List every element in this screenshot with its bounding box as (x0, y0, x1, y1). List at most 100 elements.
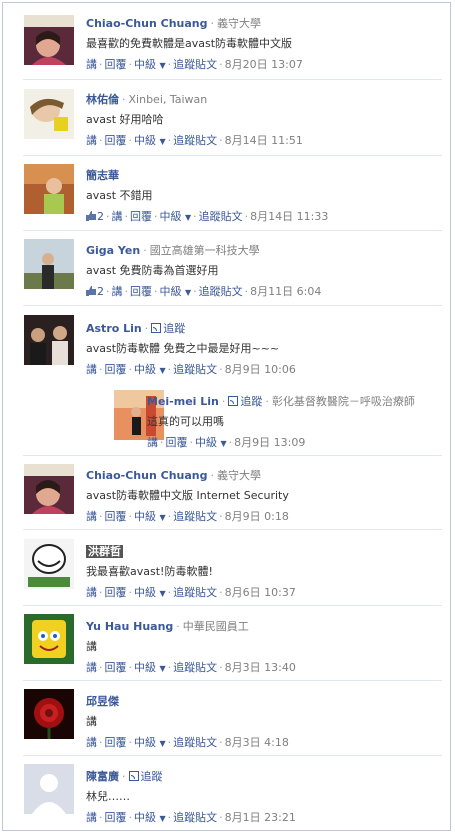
avatar[interactable] (24, 239, 74, 289)
level-dropdown[interactable]: 中級 ▼ (134, 586, 166, 599)
follow-post-link[interactable]: 追蹤貼文 (173, 510, 217, 523)
follow-post-link[interactable]: 追蹤貼文 (173, 661, 217, 674)
reply-link[interactable]: 回覆 (130, 285, 152, 298)
author-name[interactable]: 陳富廣 (86, 770, 119, 783)
reply-link[interactable]: 回覆 (105, 736, 127, 749)
author-name[interactable]: 邱昱傑 (86, 695, 119, 708)
author-affiliation[interactable]: 義守大學 (217, 17, 261, 30)
follow-post-link[interactable]: 追蹤貼文 (173, 363, 217, 376)
reply-link[interactable]: 回覆 (105, 134, 127, 147)
author-name[interactable]: Astro Lin (86, 322, 142, 335)
author-name[interactable]: 林佑倫 (86, 93, 119, 106)
author-name[interactable]: 洪群哲 (86, 545, 123, 558)
reply-link[interactable]: 回覆 (105, 661, 127, 674)
say-link[interactable]: 講 (112, 210, 123, 223)
author-name[interactable]: Chiao-Chun Chuang (86, 469, 207, 482)
reply-link[interactable]: 回覆 (130, 210, 152, 223)
say-link[interactable]: 講 (86, 363, 97, 376)
reply-link[interactable]: 回覆 (105, 811, 127, 824)
comment-text: avast防毒軟體中文版 Internet Security (86, 489, 289, 502)
level-dropdown[interactable]: 中級 ▼ (134, 510, 166, 523)
level-dropdown[interactable]: 中級 ▼ (134, 363, 166, 376)
caret-down-icon: ▼ (185, 288, 192, 297)
level-dropdown[interactable]: 中級 ▼ (195, 436, 227, 449)
say-link[interactable]: 講 (86, 811, 97, 824)
level-dropdown[interactable]: 中級 ▼ (134, 736, 166, 749)
follow-post-link[interactable]: 追蹤貼文 (173, 58, 217, 71)
author-name[interactable]: Mei-mei Lin (147, 395, 219, 408)
timestamp[interactable]: 8月3日 4:18 (225, 736, 289, 749)
avatar[interactable] (24, 539, 74, 589)
caret-down-icon: ▼ (159, 513, 166, 522)
avatar[interactable] (24, 464, 74, 514)
divider (23, 529, 442, 530)
follow-post-link[interactable]: 追蹤貼文 (173, 811, 217, 824)
follow-post-link[interactable]: 追蹤貼文 (173, 586, 217, 599)
level-dropdown[interactable]: 中級 ▼ (134, 134, 166, 147)
avatar[interactable] (24, 614, 74, 664)
follow-author-link[interactable]: 追蹤 (151, 322, 185, 335)
follow-post-link[interactable]: 追蹤貼文 (173, 134, 217, 147)
timestamp[interactable]: 8月6日 10:37 (225, 586, 296, 599)
say-link[interactable]: 講 (86, 586, 97, 599)
author-affiliation[interactable]: 彰化基督教醫院－呼吸治療師 (272, 395, 415, 408)
author-location[interactable]: Xinbei, Taiwan (129, 93, 208, 106)
level-dropdown[interactable]: 中級 ▼ (134, 811, 166, 824)
timestamp[interactable]: 8月1日 23:21 (225, 811, 296, 824)
say-link[interactable]: 講 (86, 736, 97, 749)
say-link[interactable]: 講 (86, 58, 97, 71)
reply-link[interactable]: 回覆 (166, 436, 188, 449)
author-name[interactable]: Yu Hau Huang (86, 620, 173, 633)
level-dropdown[interactable]: 中級 ▼ (160, 285, 192, 298)
author-affiliation[interactable]: 義守大學 (217, 469, 261, 482)
follow-post-link[interactable]: 追蹤貼文 (173, 736, 217, 749)
like-count[interactable]: 2 (86, 285, 104, 298)
author-name[interactable]: Chiao-Chun Chuang (86, 17, 207, 30)
reply-link[interactable]: 回覆 (105, 363, 127, 376)
level-dropdown[interactable]: 中級 ▼ (160, 210, 192, 223)
say-link[interactable]: 講 (112, 285, 123, 298)
follow-author-link[interactable]: 追蹤 (128, 770, 163, 783)
level-dropdown[interactable]: 中級 ▼ (134, 661, 166, 674)
say-link[interactable]: 講 (86, 510, 97, 523)
author-affiliation[interactable]: 國立高雄第一科技大學 (150, 244, 260, 257)
comment-text: avast 好用哈哈 (86, 113, 164, 126)
caret-down-icon: ▼ (159, 739, 166, 748)
comment-text: 林兒…… (86, 790, 130, 803)
reply-link[interactable]: 回覆 (105, 586, 127, 599)
timestamp[interactable]: 8月14日 11:33 (250, 210, 328, 223)
timestamp[interactable]: 8月9日 10:06 (225, 363, 296, 376)
say-link[interactable]: 講 (147, 436, 158, 449)
reply-link[interactable]: 回覆 (105, 58, 127, 71)
timestamp[interactable]: 8月14日 11:51 (225, 134, 303, 147)
author-name[interactable]: Giga Yen (86, 244, 140, 257)
caret-down-icon: ▼ (159, 664, 166, 673)
timestamp[interactable]: 8月9日 13:09 (234, 436, 305, 449)
timestamp[interactable]: 8月9日 0:18 (225, 510, 289, 523)
timestamp[interactable]: 8月20日 13:07 (225, 58, 303, 71)
author-affiliation[interactable]: 中華民國員工 (183, 620, 249, 633)
say-link[interactable]: 講 (86, 661, 97, 674)
timestamp[interactable]: 8月3日 13:40 (225, 661, 296, 674)
author-name[interactable]: 簡志華 (86, 169, 119, 182)
avatar[interactable] (24, 689, 74, 739)
follow-author-link[interactable]: 追蹤 (228, 395, 262, 408)
reply-link[interactable]: 回覆 (105, 510, 127, 523)
level-dropdown[interactable]: 中級 ▼ (134, 58, 166, 71)
rss-follow-icon (151, 323, 162, 333)
caret-down-icon: ▼ (159, 814, 166, 823)
avatar[interactable] (24, 764, 74, 814)
follow-post-link[interactable]: 追蹤貼文 (199, 210, 243, 223)
like-count[interactable]: 2 (86, 210, 104, 223)
say-link[interactable]: 講 (86, 134, 97, 147)
comment-actions: 講 · 回覆 · 中級 ▼ · 追蹤貼文 · 8月1日 23:21 (86, 811, 296, 824)
follow-post-link[interactable]: 追蹤貼文 (199, 285, 243, 298)
avatar[interactable] (24, 89, 74, 139)
divider (23, 755, 442, 756)
avatar[interactable] (24, 315, 74, 365)
avatar[interactable] (24, 164, 74, 214)
avatar[interactable] (24, 15, 74, 65)
comment-actions: 2 · 講 · 回覆 · 中級 ▼ · 追蹤貼文 · 8月11日 6:04 (86, 283, 321, 299)
caret-down-icon: ▼ (220, 439, 227, 448)
timestamp[interactable]: 8月11日 6:04 (250, 285, 321, 298)
